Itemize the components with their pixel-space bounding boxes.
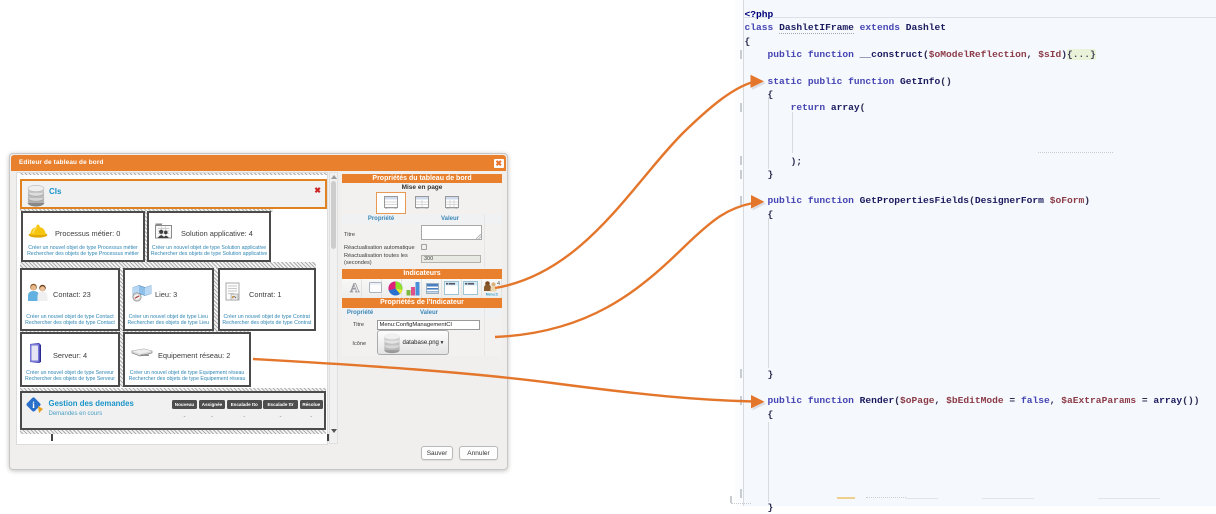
svg-text:Menu:C: Menu:C xyxy=(486,292,499,296)
